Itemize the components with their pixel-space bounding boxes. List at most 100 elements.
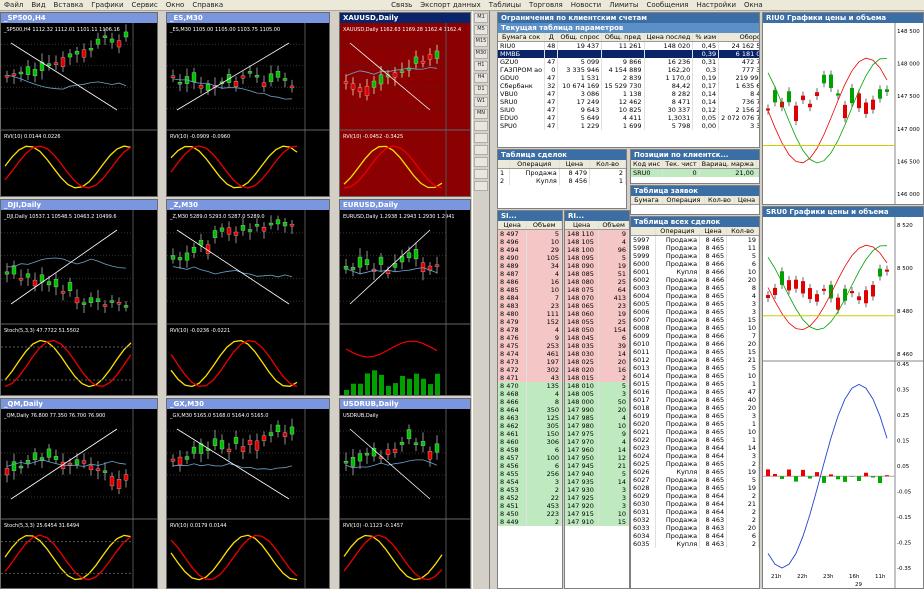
table-row[interactable]: 6032 Продажа 8 463 2 (631, 516, 759, 524)
table-row[interactable]: 148 025 20 (565, 358, 629, 366)
table-row[interactable]: 6026 Купля 8 465 19 (631, 468, 759, 476)
trades-window[interactable]: Таблица сделок Операция Цена Кол-во 1 Продаж… (497, 149, 627, 209)
menu-item[interactable]: Связь (387, 1, 416, 9)
column-header[interactable]: Цена (559, 160, 591, 169)
table-row[interactable]: 8 480 111 (498, 310, 562, 318)
table-row[interactable]: SPU0471 2291 6995 7980,003 352 0221 160,… (498, 122, 759, 130)
table-row[interactable]: 147 920 3 (565, 502, 629, 510)
table-row[interactable]: 8 496 10 (498, 238, 562, 246)
fibo-icon[interactable] (474, 181, 488, 191)
table-row[interactable]: 6005 Продажа 8 465 3 (631, 300, 759, 308)
column-header[interactable]: Общ. спрос (557, 33, 603, 42)
table-row[interactable]: 6001 Купля 8 466 10 (631, 268, 759, 276)
chart-djidaily[interactable]: _DJI,Daily _DJI,Daily 10537.1 10548.5 104… (0, 199, 158, 396)
table-row[interactable]: SRU04717 24912 4628 4710,14736 774 2381 … (498, 98, 759, 106)
table-row[interactable]: ММВБ 0,396 181 033 336 (498, 50, 759, 58)
table-row[interactable]: 6022 Продажа 8 465 1 (631, 436, 759, 444)
table-row[interactable]: 147 910 15 (565, 518, 629, 526)
table-row[interactable]: 6012 Продажа 8 465 21 (631, 356, 759, 364)
M1-icon[interactable]: M1 (474, 13, 488, 23)
table-row[interactable]: 6004 Продажа 8 465 4 (631, 292, 759, 300)
orderbook-si[interactable]: SI... Цена Объем 8 497 5 8 496 10 8 494 29 8 490… (497, 210, 563, 589)
table-row[interactable]: 5997 Продажа 8 465 19 (631, 235, 759, 244)
sru0-chart-window[interactable]: SRU0 Графики цены и объема 8 520 8 500 8 4… (762, 206, 924, 589)
menu-item[interactable]: Файл (0, 1, 27, 9)
chart-xauusddaily[interactable]: XAUUSD,Daily XAUUSD,Daily 1162.63 1169.28… (339, 12, 471, 197)
table-row[interactable]: 8 494 29 (498, 246, 562, 254)
table-row[interactable]: 148 020 16 (565, 366, 629, 374)
column-header[interactable]: Код инс (631, 160, 664, 169)
table-row[interactable]: 8 478 4 (498, 326, 562, 334)
table-row[interactable]: 6019 Продажа 8 465 3 (631, 412, 759, 420)
table-row[interactable]: 6015 Продажа 8 465 1 (631, 380, 759, 388)
table-row[interactable]: 147 950 12 (565, 454, 629, 462)
table-row[interactable]: 6018 Продажа 8 465 20 (631, 404, 759, 412)
menu-item[interactable]: Экспорт данных (416, 1, 485, 9)
menu-item[interactable]: Окна (740, 1, 767, 9)
table-row[interactable]: 6035 Купля 8 463 2 (631, 540, 759, 548)
table-row[interactable]: 8 489 34 (498, 262, 562, 270)
table-row[interactable]: 8 474 461 (498, 350, 562, 358)
table-row[interactable]: 6028 Продажа 8 465 19 (631, 484, 759, 492)
column-header[interactable]: Оборот (718, 33, 759, 42)
zoom-out-icon[interactable] (474, 133, 488, 143)
chart-zm30[interactable]: _Z,M30 _Z,M30 5289.0 5293.0 5287.0 5289.0… (166, 199, 330, 396)
cursor-icon[interactable] (474, 145, 488, 155)
table-row[interactable]: 147 960 14 (565, 446, 629, 454)
table-row[interactable]: 6021 Продажа 8 465 10 (631, 428, 759, 436)
table-row[interactable]: 148 005 3 (565, 390, 629, 398)
table-row[interactable]: 148 085 51 (565, 270, 629, 278)
table-row[interactable]: 8 471 43 (498, 374, 562, 382)
table-row[interactable]: 6014 Продажа 8 465 10 (631, 372, 759, 380)
column-header[interactable]: Бумага сок (498, 33, 546, 42)
table-row[interactable]: 147 915 10 (565, 510, 629, 518)
table-row[interactable]: 148 070 413 (565, 294, 629, 302)
table-row[interactable]: 148 000 50 (565, 398, 629, 406)
table-row[interactable]: 8 475 253 (498, 342, 562, 350)
table-row[interactable]: 148 105 4 (565, 238, 629, 246)
table-row[interactable]: 2 Купля 8 456 1 (498, 177, 626, 185)
table-row[interactable]: 6006 Продажа 8 465 3 (631, 308, 759, 316)
column-header[interactable]: Объем (526, 221, 562, 230)
column-header[interactable]: Операция (662, 196, 705, 205)
column-header[interactable] (631, 227, 656, 236)
menu-item[interactable]: Настройки (692, 1, 740, 9)
column-header[interactable]: % изм (692, 33, 720, 42)
table-row[interactable]: 8 490 105 (498, 254, 562, 262)
table-row[interactable]: 147 940 5 (565, 470, 629, 478)
table-row[interactable]: 8 454 3 (498, 478, 562, 486)
table-row[interactable]: 6030 Продажа 8 464 21 (631, 500, 759, 508)
table-row[interactable]: 147 980 10 (565, 422, 629, 430)
table-row[interactable]: 8 487 4 (498, 270, 562, 278)
table-row[interactable]: 8 455 256 (498, 470, 562, 478)
orders-window[interactable]: Таблица заявок Бумага Операция Кол-во Цена (630, 185, 760, 215)
table-row[interactable]: 6013 Продажа 8 465 5 (631, 364, 759, 372)
table-row[interactable]: 147 975 9 (565, 430, 629, 438)
table-row[interactable]: 8 472 302 (498, 366, 562, 374)
menu-item[interactable]: Вставка (50, 1, 88, 9)
table-row[interactable]: 6003 Продажа 8 465 8 (631, 284, 759, 292)
column-header[interactable]: Цена (565, 221, 600, 230)
table-row[interactable]: 8 473 197 (498, 358, 562, 366)
column-header[interactable]: Вариац. маржа (699, 160, 757, 169)
menu-item[interactable]: Сервис (128, 1, 162, 9)
column-header[interactable]: Цена (734, 196, 759, 205)
column-header[interactable]: Кол-во (726, 227, 759, 236)
table-row[interactable]: 6010 Продажа 8 466 20 (631, 340, 759, 348)
table-row[interactable]: 6009 Продажа 8 466 7 (631, 332, 759, 340)
table-row[interactable]: 8 462 305 (498, 422, 562, 430)
column-header[interactable] (498, 160, 510, 169)
table-row[interactable]: SRU0021,000,00 (631, 168, 759, 177)
chart-gxm30[interactable]: _GX,M30 _GX,M30 5165.0 5168.0 5164.0 5165… (166, 398, 330, 589)
table-row[interactable]: 8 457 100 (498, 454, 562, 462)
table-row[interactable]: 148 015 2 (565, 374, 629, 382)
menu-item[interactable]: Сообщения (642, 1, 692, 9)
menu-item[interactable]: Вид (27, 1, 49, 9)
table-row[interactable]: 147 985 4 (565, 414, 629, 422)
menu-item[interactable]: Лимиты (605, 1, 642, 9)
table-row[interactable]: VBU0473 0861 1388 2820,148 481 2481 654,… (498, 90, 759, 98)
table-row[interactable]: 8 484 7 (498, 294, 562, 302)
table-row[interactable]: 6033 Продажа 8 463 20 (631, 524, 759, 532)
table-row[interactable]: 148 010 5 (565, 382, 629, 390)
chart-esm30[interactable]: _ES,M30 _ES,M30 1105.00 1105.00 1103.75 1… (166, 12, 330, 197)
